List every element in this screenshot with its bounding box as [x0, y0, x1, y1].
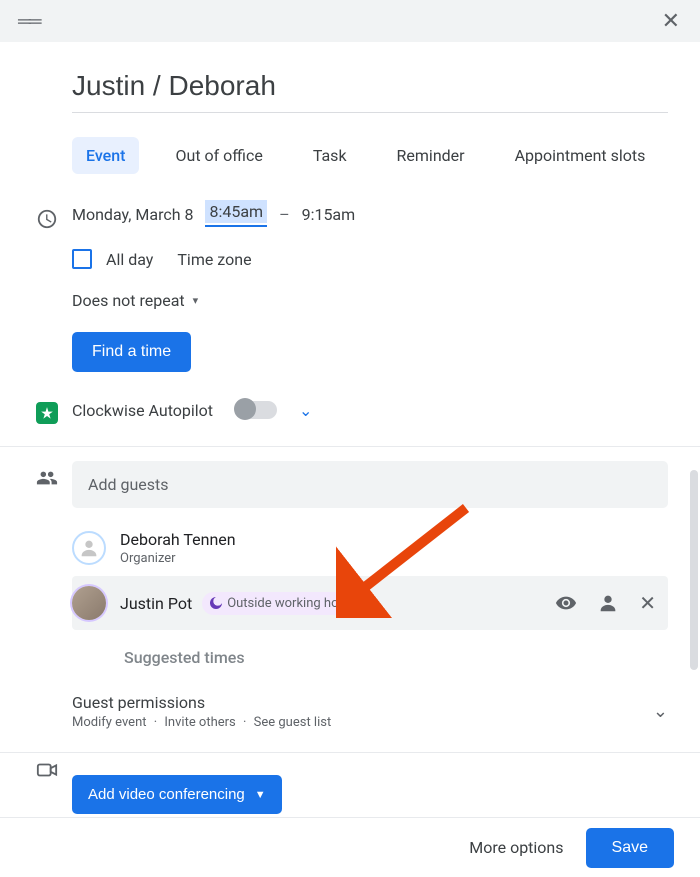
guest-permissions-subtitle: Modify event · Invite others · See guest…: [72, 715, 331, 730]
clockwise-icon: [36, 402, 58, 424]
remove-guest-icon[interactable]: ✕: [639, 591, 656, 615]
save-button[interactable]: Save: [586, 828, 674, 868]
clock-icon: [36, 208, 58, 230]
tab-appointment-slots[interactable]: Appointment slots: [501, 137, 660, 174]
find-a-time-button[interactable]: Find a time: [72, 332, 191, 372]
video-icon: [36, 759, 58, 781]
mark-optional-icon[interactable]: [555, 592, 577, 614]
all-day-label: All day: [106, 250, 153, 269]
tab-event[interactable]: Event: [72, 137, 139, 174]
moon-icon: [210, 597, 222, 609]
tab-reminder[interactable]: Reminder: [383, 137, 479, 174]
scrollbar[interactable]: [690, 470, 698, 670]
end-time-field[interactable]: 9:15am: [302, 205, 356, 224]
guest-permissions-toggle[interactable]: Guest permissions Modify event · Invite …: [72, 693, 668, 730]
add-guests-input[interactable]: Add guests: [72, 461, 668, 508]
dialog-header: ══ ✕: [0, 0, 700, 42]
dialog-content: Event Out of office Task Reminder Appoin…: [0, 42, 700, 814]
guest-name: Justin Pot: [120, 594, 192, 613]
dropdown-caret-icon: ▼: [255, 789, 266, 801]
event-title-input[interactable]: [72, 70, 668, 113]
tab-task[interactable]: Task: [299, 137, 361, 174]
clockwise-toggle[interactable]: [235, 401, 277, 419]
event-type-tabs: Event Out of office Task Reminder Appoin…: [72, 137, 668, 174]
guest-details-icon[interactable]: [597, 592, 619, 614]
chevron-down-icon: ⌄: [653, 701, 668, 722]
tab-out-of-office[interactable]: Out of office: [161, 137, 276, 174]
recurrence-dropdown[interactable]: Does not repeat: [72, 291, 668, 310]
dialog-footer: More options Save: [0, 817, 700, 877]
start-time-field[interactable]: 8:45am: [205, 202, 267, 227]
video-button-label: Add video conferencing: [88, 786, 245, 803]
guest-row[interactable]: Justin Pot Outside working hours ✕: [72, 576, 668, 630]
avatar: [72, 531, 106, 565]
badge-text: Outside working hours: [227, 596, 357, 611]
time-zone-link[interactable]: Time zone: [177, 250, 251, 269]
avatar: [72, 586, 106, 620]
section-divider: [0, 446, 700, 447]
people-icon: [36, 467, 58, 489]
start-time-text: 8:45am: [205, 200, 267, 223]
all-day-checkbox[interactable]: [72, 249, 92, 269]
clockwise-expand-icon[interactable]: ⌄: [299, 401, 312, 420]
guest-name: Deborah Tennen: [120, 530, 236, 549]
more-options-button[interactable]: More options: [469, 838, 563, 857]
suggested-times-link[interactable]: Suggested times: [124, 648, 668, 667]
add-video-conferencing-button[interactable]: Add video conferencing ▼: [72, 775, 282, 814]
guest-role: Organizer: [120, 551, 656, 566]
recurrence-label: Does not repeat: [72, 291, 185, 310]
close-icon[interactable]: ✕: [662, 9, 680, 34]
guest-row-organizer: Deborah Tennen Organizer: [72, 520, 668, 576]
clockwise-label: Clockwise Autopilot: [72, 401, 213, 420]
time-dash: –: [279, 205, 290, 224]
guest-permissions-title: Guest permissions: [72, 693, 331, 712]
event-date[interactable]: Monday, March 8: [72, 205, 193, 224]
outside-hours-badge: Outside working hours: [202, 592, 369, 615]
drag-handle-icon[interactable]: ══: [18, 11, 40, 32]
